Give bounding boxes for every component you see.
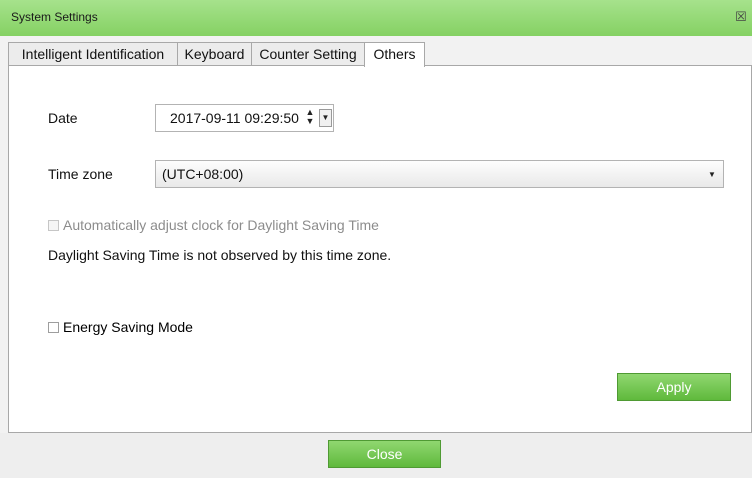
energy-saving-label: Energy Saving Mode <box>63 319 193 335</box>
timezone-value: (UTC+08:00) <box>162 166 244 182</box>
date-label: Date <box>48 110 78 126</box>
chevron-down-icon: ▼ <box>708 170 716 179</box>
timezone-select[interactable]: (UTC+08:00) ▼ <box>155 160 724 188</box>
dst-checkbox-row: Automatically adjust clock for Daylight … <box>48 217 379 233</box>
energy-saving-row: Energy Saving Mode <box>48 319 193 335</box>
tab-others[interactable]: Others <box>364 42 425 67</box>
apply-button[interactable]: Apply <box>617 373 731 401</box>
timezone-label: Time zone <box>48 166 113 182</box>
window-title: System Settings <box>11 10 98 24</box>
system-settings-window: System Settings ☒ Intelligent Identifica… <box>0 0 752 478</box>
dst-checkbox[interactable] <box>48 220 59 231</box>
date-spin-icon[interactable]: ▲ ▼ <box>304 108 316 128</box>
close-button[interactable]: Close <box>328 440 441 468</box>
dst-note: Daylight Saving Time is not observed by … <box>48 247 392 263</box>
date-picker[interactable]: 2017-09-11 09:29:50 ▲ ▼ ▼ <box>155 104 334 132</box>
tab-intelligent-identification[interactable]: Intelligent Identification <box>8 42 178 66</box>
title-bar: System Settings ☒ <box>0 0 752 36</box>
window-close-icon[interactable]: ☒ <box>732 7 750 27</box>
tab-keyboard[interactable]: Keyboard <box>177 42 252 66</box>
energy-saving-checkbox[interactable] <box>48 322 59 333</box>
dst-checkbox-label: Automatically adjust clock for Daylight … <box>63 217 379 233</box>
date-dropdown-icon[interactable]: ▼ <box>319 109 332 127</box>
tab-counter-setting[interactable]: Counter Setting <box>251 42 365 66</box>
date-value[interactable]: 2017-09-11 09:29:50 <box>170 110 299 126</box>
